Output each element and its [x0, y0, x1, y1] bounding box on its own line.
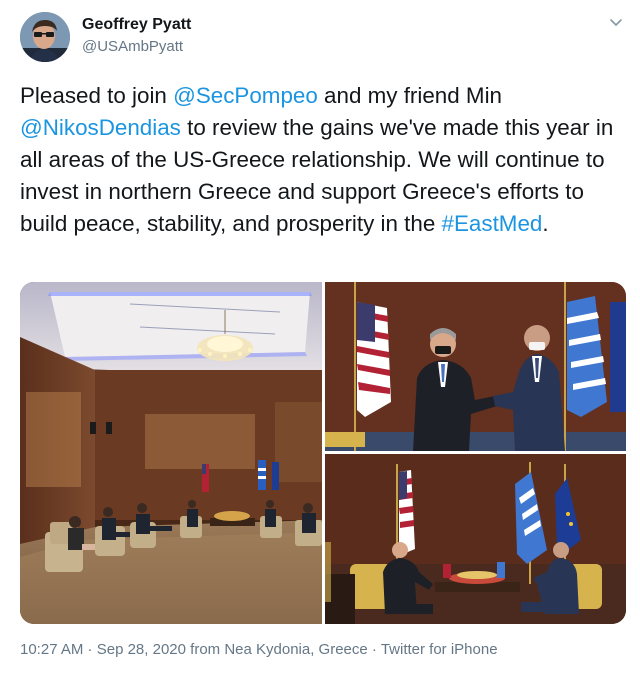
hashtag-eastmed[interactable]: #EastMed [442, 211, 543, 236]
avatar-image [20, 12, 70, 62]
tweet-text: Pleased to join @SecPompeo and my friend… [20, 80, 625, 240]
author-name[interactable]: Geoffrey Pyatt [82, 16, 191, 34]
tweet-source[interactable]: Twitter for iPhone [381, 641, 498, 658]
tweet-location[interactable]: Nea Kydonia, Greece [224, 641, 367, 658]
avatar[interactable] [20, 12, 70, 62]
tweet-time[interactable]: 10:27 AM [20, 641, 83, 658]
photo-seated-meeting[interactable] [325, 454, 626, 624]
meta-from: from [185, 641, 225, 658]
tweet-text-part: . [542, 211, 549, 236]
tweet-card: Geoffrey Pyatt @USAmbPyatt Pleased to jo… [0, 0, 640, 676]
tweet-text-part: Pleased to join [20, 83, 174, 108]
photo-grid [20, 282, 626, 624]
author-handle[interactable]: @USAmbPyatt [82, 38, 183, 55]
meta-separator: · [367, 641, 381, 658]
meta-separator: · [83, 641, 97, 658]
photo-meeting-room[interactable] [20, 282, 322, 624]
photo-elbow-bump[interactable] [325, 282, 626, 451]
mention-secpompeo[interactable]: @SecPompeo [173, 83, 318, 108]
mention-nikosdendias[interactable]: @NikosDendias [20, 115, 181, 140]
chevron-down-icon[interactable] [608, 14, 624, 30]
tweet-date[interactable]: Sep 28, 2020 [97, 641, 186, 658]
tweet-text-part: and my friend Min [317, 83, 503, 108]
tweet-meta: 10:27 AM · Sep 28, 2020 from Nea Kydonia… [20, 641, 498, 658]
